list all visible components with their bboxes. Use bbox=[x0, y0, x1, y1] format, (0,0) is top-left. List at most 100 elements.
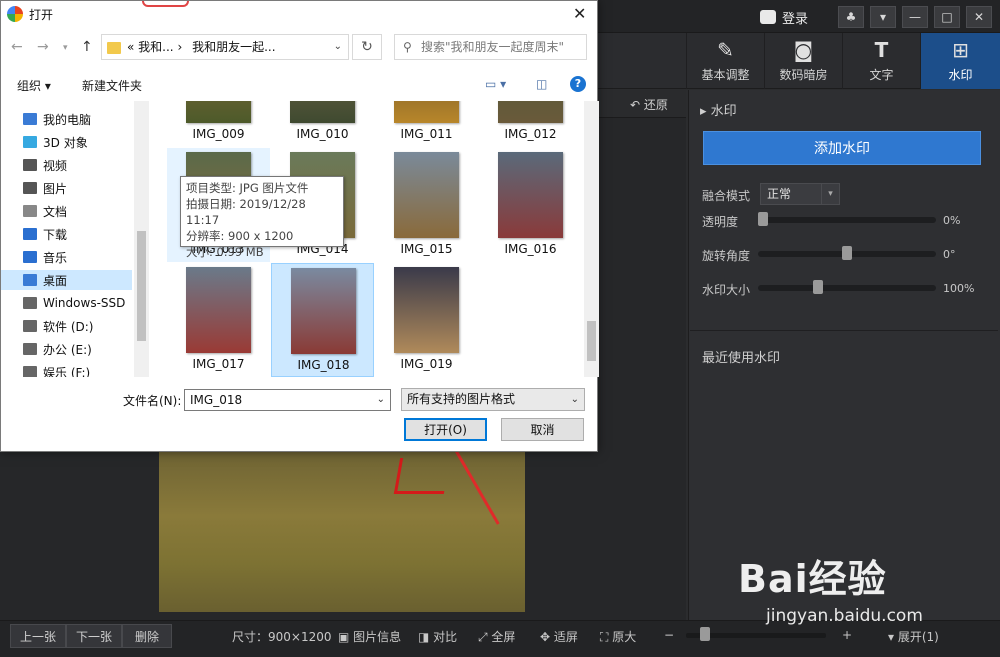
compare-button[interactable]: ◨ 对比 bbox=[418, 628, 457, 645]
tree-item[interactable]: 娱乐 (F:) bbox=[23, 362, 90, 377]
rotation-thumb[interactable] bbox=[842, 246, 852, 260]
tree-scrollbar-thumb[interactable] bbox=[137, 231, 146, 341]
file-item[interactable]: IMG_019 bbox=[375, 263, 478, 377]
grid-scrollbar-thumb[interactable] bbox=[587, 321, 596, 361]
tree-item-label: 我的电脑 bbox=[43, 112, 92, 127]
file-name: IMG_018 bbox=[297, 358, 350, 372]
chevron-down-icon[interactable]: ⌄ bbox=[334, 35, 342, 59]
tree-item[interactable]: 文档 bbox=[23, 201, 67, 221]
file-tooltip: 项目类型: JPG 图片文件 拍摄日期: 2019/12/28 11:17 分辨… bbox=[180, 176, 344, 259]
blend-mode-value: 正常 bbox=[767, 187, 792, 201]
tree-item[interactable]: 桌面 bbox=[1, 270, 132, 290]
file-item[interactable]: IMG_016 bbox=[479, 148, 582, 262]
back-arrow-icon[interactable]: ← bbox=[11, 39, 23, 55]
close-button[interactable]: ✕ bbox=[966, 6, 992, 28]
add-watermark-button[interactable]: 添加水印 bbox=[703, 131, 981, 165]
image-info-button[interactable]: ▣ 图片信息 bbox=[338, 628, 401, 645]
zoom-thumb[interactable] bbox=[700, 627, 710, 641]
fit-screen-button[interactable]: ✥ 适屏 bbox=[540, 628, 578, 645]
forward-arrow-icon[interactable]: → bbox=[37, 39, 49, 55]
file-item[interactable]: IMG_009 bbox=[167, 101, 270, 147]
tooltip-line: 大小: 0.99 MB bbox=[186, 245, 264, 259]
edit-icon: ✎ bbox=[717, 37, 734, 62]
delete-button[interactable]: 删除 bbox=[122, 624, 172, 648]
image-size-text: 尺寸：900×1200 bbox=[232, 630, 332, 644]
view-mode-icon[interactable]: ▭ ▾ bbox=[485, 77, 506, 91]
preview-pane-icon[interactable]: ◫ bbox=[536, 77, 547, 91]
file-thumbnail bbox=[394, 152, 459, 238]
size-slider[interactable] bbox=[758, 280, 936, 294]
skin-icon[interactable]: ♣ bbox=[838, 6, 864, 28]
file-type-select[interactable]: 所有支持的图片格式 ⌄ bbox=[401, 388, 585, 411]
tree-scrollbar[interactable] bbox=[134, 101, 149, 377]
close-icon[interactable]: ✕ bbox=[573, 4, 586, 23]
tree-item[interactable]: Windows-SSD bbox=[23, 293, 125, 313]
tree-item[interactable]: 办公 (E:) bbox=[23, 339, 92, 359]
recent-locations-icon[interactable]: ▾ bbox=[63, 43, 68, 53]
prev-button[interactable]: 上一张 bbox=[10, 624, 66, 648]
blend-mode-label: 融合模式 bbox=[702, 189, 751, 203]
organize-button[interactable]: 组织 ▾ bbox=[17, 77, 51, 94]
file-thumbnail bbox=[498, 101, 563, 123]
address-bar[interactable]: « 我和... › 我和朋友一起... ⌄ bbox=[101, 34, 349, 60]
file-item[interactable]: IMG_017 bbox=[167, 263, 270, 377]
open-file-dialog: 打开 ✕ ← → ▾ ↑ « 我和... › 我和朋友一起... ⌄ ↻ ⚲ 搜索"… bbox=[0, 0, 599, 452]
open-button[interactable]: 打开(O) bbox=[404, 418, 487, 441]
filename-input[interactable]: IMG_018 ⌄ bbox=[184, 389, 391, 411]
next-button[interactable]: 下一张 bbox=[66, 624, 122, 648]
tool-text[interactable]: T 文字 bbox=[842, 33, 920, 89]
login-button[interactable]: 登录 bbox=[760, 6, 835, 28]
restore-label: 还原 bbox=[643, 98, 668, 112]
new-folder-button[interactable]: 新建文件夹 bbox=[82, 77, 142, 94]
tree-item[interactable]: 视频 bbox=[23, 155, 67, 175]
tree-item[interactable]: 软件 (D:) bbox=[23, 316, 93, 336]
tree-item-label: 软件 (D:) bbox=[43, 319, 94, 334]
original-size-button[interactable]: ⛶ 原大 bbox=[600, 628, 636, 645]
zoom-out-icon[interactable]: − bbox=[664, 628, 674, 642]
tree-item[interactable]: 图片 bbox=[23, 178, 67, 198]
opacity-value: 0% bbox=[943, 214, 961, 227]
breadcrumb-overflow[interactable]: « bbox=[127, 40, 134, 54]
file-item[interactable]: IMG_012 bbox=[479, 101, 582, 147]
rotation-slider[interactable] bbox=[758, 246, 936, 260]
chevron-down-icon[interactable]: ⌄ bbox=[377, 390, 385, 410]
rotation-value: 0° bbox=[943, 248, 956, 261]
tool-darkroom[interactable]: ◙ 数码暗房 bbox=[764, 33, 842, 89]
baidu-watermark: Bai经验 bbox=[738, 557, 887, 601]
tool-basic-adjust[interactable]: ✎ 基本调整 bbox=[686, 33, 764, 89]
maximize-button[interactable]: □ bbox=[934, 6, 960, 28]
expand-button[interactable]: ▾ 展开(1) bbox=[888, 628, 939, 645]
tree-item[interactable]: 我的电脑 bbox=[23, 109, 91, 129]
tree-item[interactable]: 音乐 bbox=[23, 247, 67, 267]
blend-mode-select[interactable]: 正常 ▾ bbox=[760, 183, 840, 205]
size-thumb[interactable] bbox=[813, 280, 824, 294]
file-item[interactable]: IMG_018 bbox=[271, 263, 374, 377]
grid-scrollbar[interactable] bbox=[584, 101, 599, 377]
menu-icon[interactable]: ▾ bbox=[870, 6, 896, 28]
help-icon[interactable]: ? bbox=[570, 76, 586, 92]
minimize-button[interactable]: — bbox=[902, 6, 928, 28]
refresh-icon[interactable]: ↻ bbox=[352, 34, 382, 60]
file-item[interactable]: IMG_010 bbox=[271, 101, 374, 147]
tool-watermark[interactable]: ⊞ 水印 bbox=[920, 33, 1000, 89]
size-value: 100% bbox=[943, 282, 975, 295]
file-item[interactable]: IMG_015 bbox=[375, 148, 478, 262]
tree-item[interactable]: 下载 bbox=[23, 224, 67, 244]
file-item[interactable]: IMG_011 bbox=[375, 101, 478, 147]
opacity-slider[interactable] bbox=[758, 212, 936, 226]
fullscreen-button[interactable]: ⤢ 全屏 bbox=[478, 628, 515, 645]
breadcrumb-item[interactable]: 我和... bbox=[138, 40, 173, 54]
cancel-button[interactable]: 取消 bbox=[501, 418, 584, 441]
tree-item-label: 图片 bbox=[43, 181, 68, 196]
up-arrow-icon[interactable]: ↑ bbox=[81, 39, 93, 55]
text-icon: T bbox=[874, 37, 889, 62]
restore-button[interactable]: ↶ 还原 bbox=[630, 96, 668, 113]
baidu-watermark-url: jingyan.baidu.com bbox=[766, 606, 923, 626]
search-input[interactable]: ⚲ 搜索"我和朋友一起度周末" bbox=[394, 34, 587, 60]
tooltip-line: 项目类型: JPG 图片文件 bbox=[186, 181, 309, 195]
zoom-in-icon[interactable]: + bbox=[842, 628, 852, 642]
recent-watermarks-label: 最近使用水印 bbox=[702, 351, 781, 366]
breadcrumb-item[interactable]: 我和朋友一起... bbox=[192, 40, 275, 54]
tree-item[interactable]: 3D 对象 bbox=[23, 132, 88, 152]
opacity-thumb[interactable] bbox=[758, 212, 768, 226]
